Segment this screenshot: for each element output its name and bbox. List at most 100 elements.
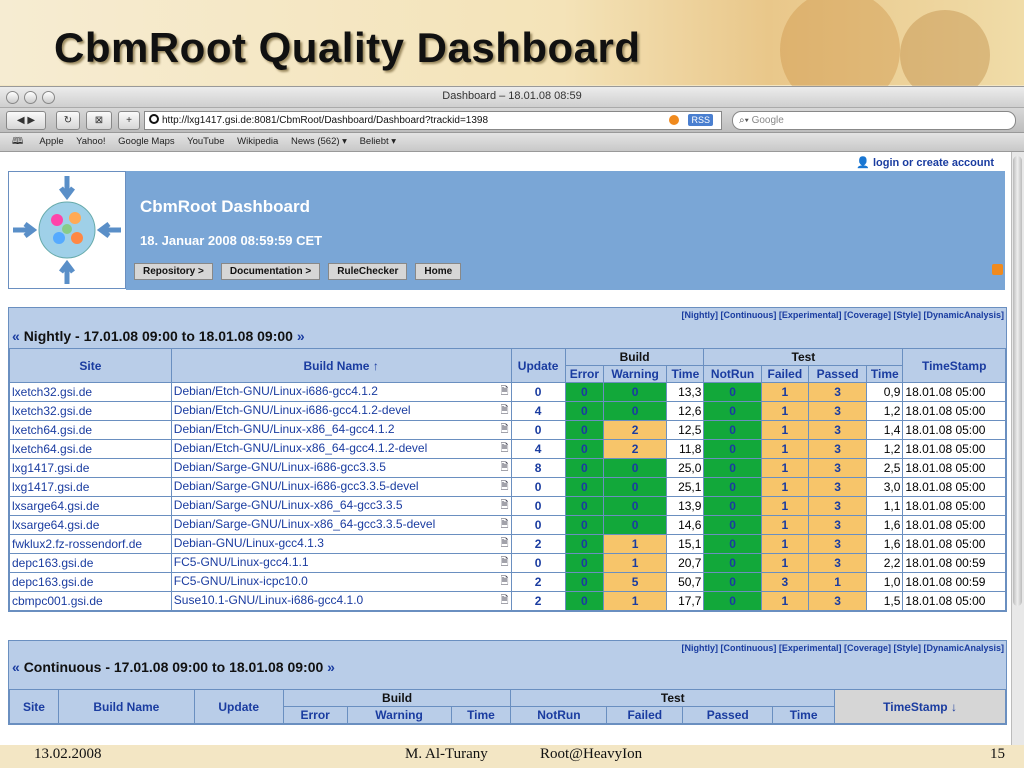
- passed-cell[interactable]: 3: [807, 534, 868, 554]
- passed-cell[interactable]: 3: [807, 591, 868, 611]
- reload-button[interactable]: ↻: [56, 111, 80, 130]
- failed-cell[interactable]: 1: [760, 420, 809, 440]
- site-link[interactable]: fwklux2.fz-rossendorf.de: [12, 537, 142, 551]
- nav-repository[interactable]: Repository >: [134, 263, 213, 280]
- update-cell[interactable]: 2: [510, 591, 566, 611]
- notes-icon[interactable]: 🗎: [500, 422, 508, 439]
- failed-cell[interactable]: 1: [760, 382, 809, 402]
- failed-cell[interactable]: 1: [760, 591, 809, 611]
- error-cell[interactable]: 0: [564, 439, 604, 459]
- site-link[interactable]: depc163.gsi.de: [12, 575, 93, 589]
- site-cell[interactable]: lxetch64.gsi.de: [9, 439, 172, 459]
- bookmark-item[interactable]: Apple: [39, 136, 63, 147]
- bookmark-item[interactable]: Wikipedia: [237, 136, 278, 147]
- build-name-link[interactable]: Debian/Sarge-GNU/Linux-i686-gcc3.3.5: [174, 460, 386, 474]
- error-cell[interactable]: 0: [564, 553, 604, 573]
- notes-icon[interactable]: 🗎: [500, 555, 508, 572]
- col-update[interactable]: Update: [193, 689, 284, 724]
- site-cell[interactable]: depc163.gsi.de: [9, 553, 172, 573]
- col-update[interactable]: Update: [510, 348, 566, 383]
- passed-cell[interactable]: 3: [807, 477, 868, 497]
- col-site[interactable]: Site: [9, 348, 172, 383]
- build-name-cell[interactable]: Debian/Etch-GNU/Linux-i686-gcc4.1.2-deve…: [170, 401, 512, 421]
- passed-cell[interactable]: 1: [807, 572, 868, 592]
- site-link[interactable]: lxg1417.gsi.de: [12, 461, 89, 475]
- build-name-cell[interactable]: FC5-GNU/Linux-icpc10.0 🗎: [170, 572, 512, 592]
- error-cell[interactable]: 0: [564, 515, 604, 535]
- error-cell[interactable]: 0: [564, 591, 604, 611]
- col-notrun[interactable]: NotRun: [703, 365, 762, 383]
- notrun-cell[interactable]: 0: [703, 439, 762, 459]
- failed-cell[interactable]: 1: [760, 477, 809, 497]
- site-link[interactable]: lxetch64.gsi.de: [12, 423, 92, 437]
- update-cell[interactable]: 2: [510, 534, 566, 554]
- build-name-cell[interactable]: Debian/Etch-GNU/Linux-x86_64-gcc4.1.2 🗎: [170, 420, 512, 440]
- failed-cell[interactable]: 1: [760, 458, 809, 478]
- col-timestamp[interactable]: TimeStamp ↓: [834, 689, 1006, 724]
- site-link[interactable]: cbmpc001.gsi.de: [12, 594, 103, 608]
- warning-cell[interactable]: 2: [602, 420, 668, 440]
- warning-cell[interactable]: 0: [602, 401, 668, 421]
- passed-cell[interactable]: 3: [807, 401, 868, 421]
- notes-icon[interactable]: 🗎: [500, 479, 508, 496]
- col-build-name[interactable]: Build Name: [57, 689, 195, 724]
- warning-cell[interactable]: 1: [602, 534, 668, 554]
- passed-cell[interactable]: 3: [807, 439, 868, 459]
- col-error[interactable]: Error: [564, 365, 604, 383]
- notrun-cell[interactable]: 0: [703, 591, 762, 611]
- failed-cell[interactable]: 1: [760, 553, 809, 573]
- build-type-links[interactable]: [Nightly] [Continuous] [Experimental] [C…: [681, 643, 1004, 653]
- notrun-cell[interactable]: 0: [703, 458, 762, 478]
- warning-cell[interactable]: 0: [602, 496, 668, 516]
- site-cell[interactable]: lxg1417.gsi.de: [9, 458, 172, 478]
- failed-cell[interactable]: 1: [760, 496, 809, 516]
- failed-cell[interactable]: 1: [760, 534, 809, 554]
- bookmarks-book-icon[interactable]: 🕮: [12, 136, 23, 147]
- update-cell[interactable]: 4: [510, 401, 566, 421]
- passed-cell[interactable]: 3: [807, 515, 868, 535]
- notes-icon[interactable]: 🗎: [500, 403, 508, 420]
- col-notrun[interactable]: NotRun: [510, 706, 608, 724]
- passed-cell[interactable]: 3: [807, 420, 868, 440]
- passed-cell[interactable]: 3: [807, 382, 868, 402]
- build-name-link[interactable]: Suse10.1-GNU/Linux-i686-gcc4.1.0: [174, 593, 363, 607]
- site-cell[interactable]: lxetch32.gsi.de: [9, 382, 172, 402]
- update-cell[interactable]: 0: [510, 477, 566, 497]
- nav-rulechecker[interactable]: RuleChecker: [328, 263, 408, 280]
- vertical-scrollbar[interactable]: [1011, 152, 1024, 745]
- bookmark-item[interactable]: YouTube: [187, 136, 224, 147]
- site-link[interactable]: lxetch32.gsi.de: [12, 385, 92, 399]
- scrollbar-thumb[interactable]: [1013, 156, 1022, 606]
- warning-cell[interactable]: 2: [602, 439, 668, 459]
- error-cell[interactable]: 0: [564, 382, 604, 402]
- col-timestamp[interactable]: TimeStamp: [902, 348, 1006, 383]
- bookmark-item[interactable]: Beliebt ▾: [360, 136, 396, 147]
- update-cell[interactable]: 8: [510, 458, 566, 478]
- col-warning[interactable]: Warning: [602, 365, 668, 383]
- update-cell[interactable]: 0: [510, 420, 566, 440]
- col-passed[interactable]: Passed: [807, 365, 868, 383]
- refresh-icon[interactable]: [669, 115, 679, 125]
- build-name-cell[interactable]: Debian/Sarge-GNU/Linux-i686-gcc3.3.5 🗎: [170, 458, 512, 478]
- notes-icon[interactable]: 🗎: [500, 574, 508, 591]
- site-cell[interactable]: fwklux2.fz-rossendorf.de: [9, 534, 172, 554]
- error-cell[interactable]: 0: [564, 572, 604, 592]
- notrun-cell[interactable]: 0: [703, 477, 762, 497]
- warning-cell[interactable]: 1: [602, 591, 668, 611]
- col-time[interactable]: Time: [450, 706, 512, 724]
- update-cell[interactable]: 0: [510, 553, 566, 573]
- update-cell[interactable]: 0: [510, 382, 566, 402]
- search-field[interactable]: ⌕▾ Google: [732, 111, 1016, 130]
- error-cell[interactable]: 0: [564, 496, 604, 516]
- build-name-cell[interactable]: Debian/Etch-GNU/Linux-x86_64-gcc4.1.2-de…: [170, 439, 512, 459]
- error-cell[interactable]: 0: [564, 534, 604, 554]
- build-name-cell[interactable]: Debian/Sarge-GNU/Linux-x86_64-gcc3.3.5-d…: [170, 515, 512, 535]
- error-cell[interactable]: 0: [564, 420, 604, 440]
- build-name-link[interactable]: Debian/Sarge-GNU/Linux-x86_64-gcc3.3.5-d…: [174, 517, 435, 531]
- nav-home[interactable]: Home: [415, 263, 462, 280]
- site-cell[interactable]: lxetch64.gsi.de: [9, 420, 172, 440]
- passed-cell[interactable]: 3: [807, 458, 868, 478]
- notes-icon[interactable]: 🗎: [500, 460, 508, 477]
- update-cell[interactable]: 0: [510, 496, 566, 516]
- failed-cell[interactable]: 1: [760, 439, 809, 459]
